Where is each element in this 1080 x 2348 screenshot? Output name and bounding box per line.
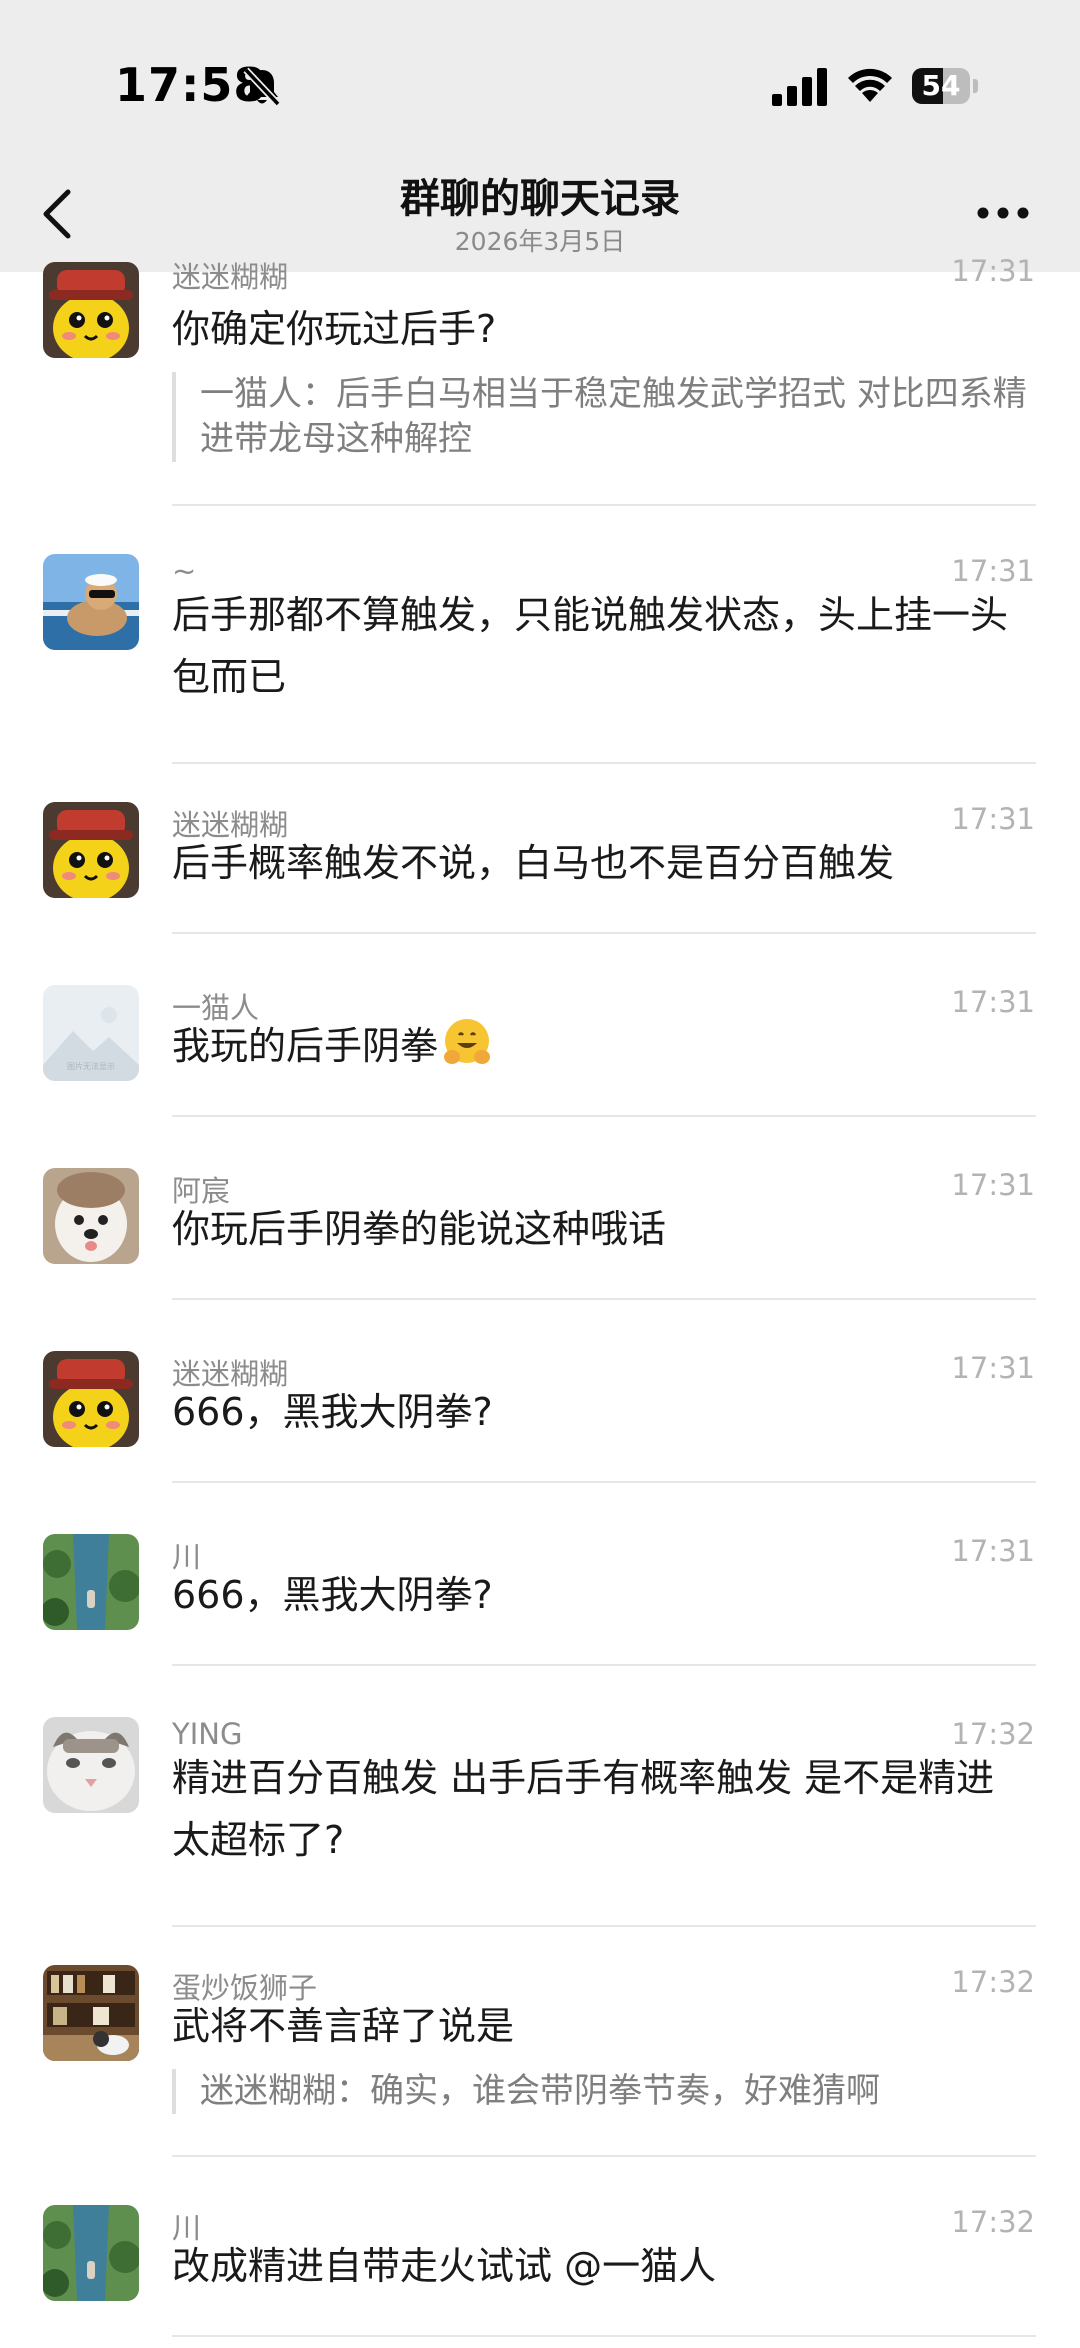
yellow-duck-avatar[interactable] <box>43 262 139 358</box>
page-title: 群聊的聊天记录 <box>400 176 680 222</box>
nav-bar: 群聊的聊天记录 2026年3月5日 <box>0 150 1080 272</box>
divider <box>172 932 1036 934</box>
message-time: 17:32 <box>951 2205 1035 2239</box>
message-text: 改成精进自带走火试试 @一猫人 <box>172 2244 717 2288</box>
divider <box>172 762 1036 764</box>
message-time: 17:31 <box>951 1534 1035 1568</box>
divider <box>172 1481 1036 1483</box>
divider <box>172 2335 1036 2337</box>
quoted-message[interactable]: 一猫人：后手白马相当于稳定触发武学招式 对比四系精进带龙母这种解控 <box>172 372 1032 462</box>
boat-dog-avatar[interactable] <box>43 554 139 650</box>
message-text: 666，黑我大阴拳? <box>172 1573 493 1617</box>
message-time: 17:31 <box>951 985 1035 1019</box>
yellow-duck-avatar[interactable] <box>43 1351 139 1447</box>
grinning-hands-emoji <box>444 1019 491 1064</box>
divider <box>172 1925 1036 1927</box>
message-text: 666，黑我大阴拳? <box>172 1390 493 1434</box>
battery-level: 54 <box>921 69 961 102</box>
wifi-icon <box>848 68 892 102</box>
avatar-caption: 图片无法显示 <box>67 1061 115 1071</box>
message-text: 你玩后手阴拳的能说这种哦话 <box>172 1207 667 1251</box>
river-boat-avatar[interactable] <box>43 2205 139 2301</box>
message-text: 我玩的后手阴拳 <box>172 1024 439 1068</box>
divider <box>172 504 1036 506</box>
message-text: 武将不善言辞了说是 <box>172 2004 515 2048</box>
divider <box>172 2155 1036 2157</box>
message-time: 17:32 <box>951 1965 1035 1999</box>
bell-off-icon <box>243 67 281 107</box>
bookshelf-cat-avatar[interactable] <box>43 1965 139 2061</box>
message-text: 后手概率触发不说，白马也不是百分百触发 <box>172 841 895 885</box>
message-text: 精进百分百触发 出手后手有概率触发 是不是精进太超标了? <box>172 1756 995 1862</box>
sender-name: YING <box>172 1717 243 1751</box>
message-text-row: 我玩的后手阴拳 <box>172 1015 1032 1077</box>
sender-name: ~ <box>172 554 197 588</box>
placeholder-mountain-avatar[interactable]: 图片无法显示 <box>43 985 139 1081</box>
sender-name: 迷迷糊糊 <box>172 260 289 294</box>
quoted-message[interactable]: 迷迷糊糊：确实，谁会带阴拳节奏，好难猜啊 <box>172 2069 1032 2114</box>
river-boat-avatar[interactable] <box>43 1534 139 1630</box>
cellular-signal-icon <box>772 68 827 106</box>
yellow-duck-avatar[interactable] <box>43 802 139 898</box>
more-horizontal-icon[interactable] <box>975 205 1031 221</box>
message-time: 17:31 <box>951 254 1035 288</box>
divider <box>172 1298 1036 1300</box>
cat-face-avatar[interactable] <box>43 1717 139 1813</box>
fluffy-dog-avatar[interactable] <box>43 1168 139 1264</box>
message-text: 后手那都不算触发，只能说触发状态，头上挂一头包而已 <box>172 593 1009 699</box>
battery-icon: 54 <box>912 68 978 106</box>
message-time: 17:31 <box>951 554 1035 588</box>
message-text: 你确定你玩过后手? <box>172 307 497 351</box>
message-time: 17:31 <box>951 1168 1035 1202</box>
status-bar: 17:58 54 <box>0 0 1080 170</box>
message-time: 17:32 <box>951 1717 1035 1751</box>
page-subtitle: 2026年3月5日 <box>454 227 626 256</box>
message-time: 17:31 <box>951 802 1035 836</box>
divider <box>172 1115 1036 1117</box>
message-time: 17:31 <box>951 1351 1035 1385</box>
divider <box>172 1664 1036 1666</box>
